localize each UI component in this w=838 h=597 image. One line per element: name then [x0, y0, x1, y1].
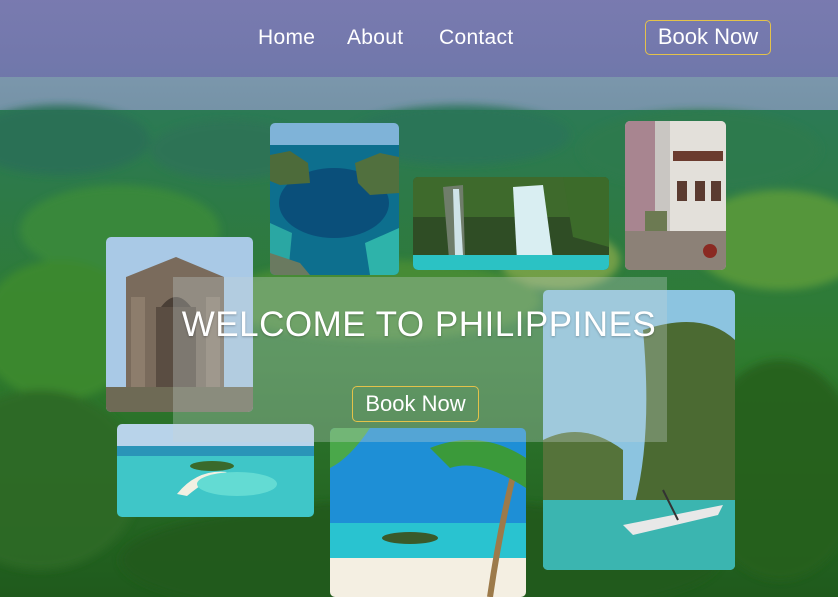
nav-link-contact[interactable]: Contact: [439, 26, 513, 50]
photo-heritage-street: [625, 121, 726, 270]
hero-book-now-button[interactable]: Book Now: [352, 386, 479, 422]
navbar: Home About Contact Book Now: [0, 0, 838, 77]
hero-title: WELCOME TO PHILIPPINES: [181, 305, 657, 344]
photo-waterfall: [413, 177, 609, 270]
nav-book-now-button[interactable]: Book Now: [645, 20, 771, 55]
nav-link-about[interactable]: About: [347, 26, 403, 50]
nav-link-home[interactable]: Home: [258, 26, 315, 50]
photo-palm-beach: [330, 428, 526, 597]
photo-lagoon-cliffs: [270, 123, 399, 275]
